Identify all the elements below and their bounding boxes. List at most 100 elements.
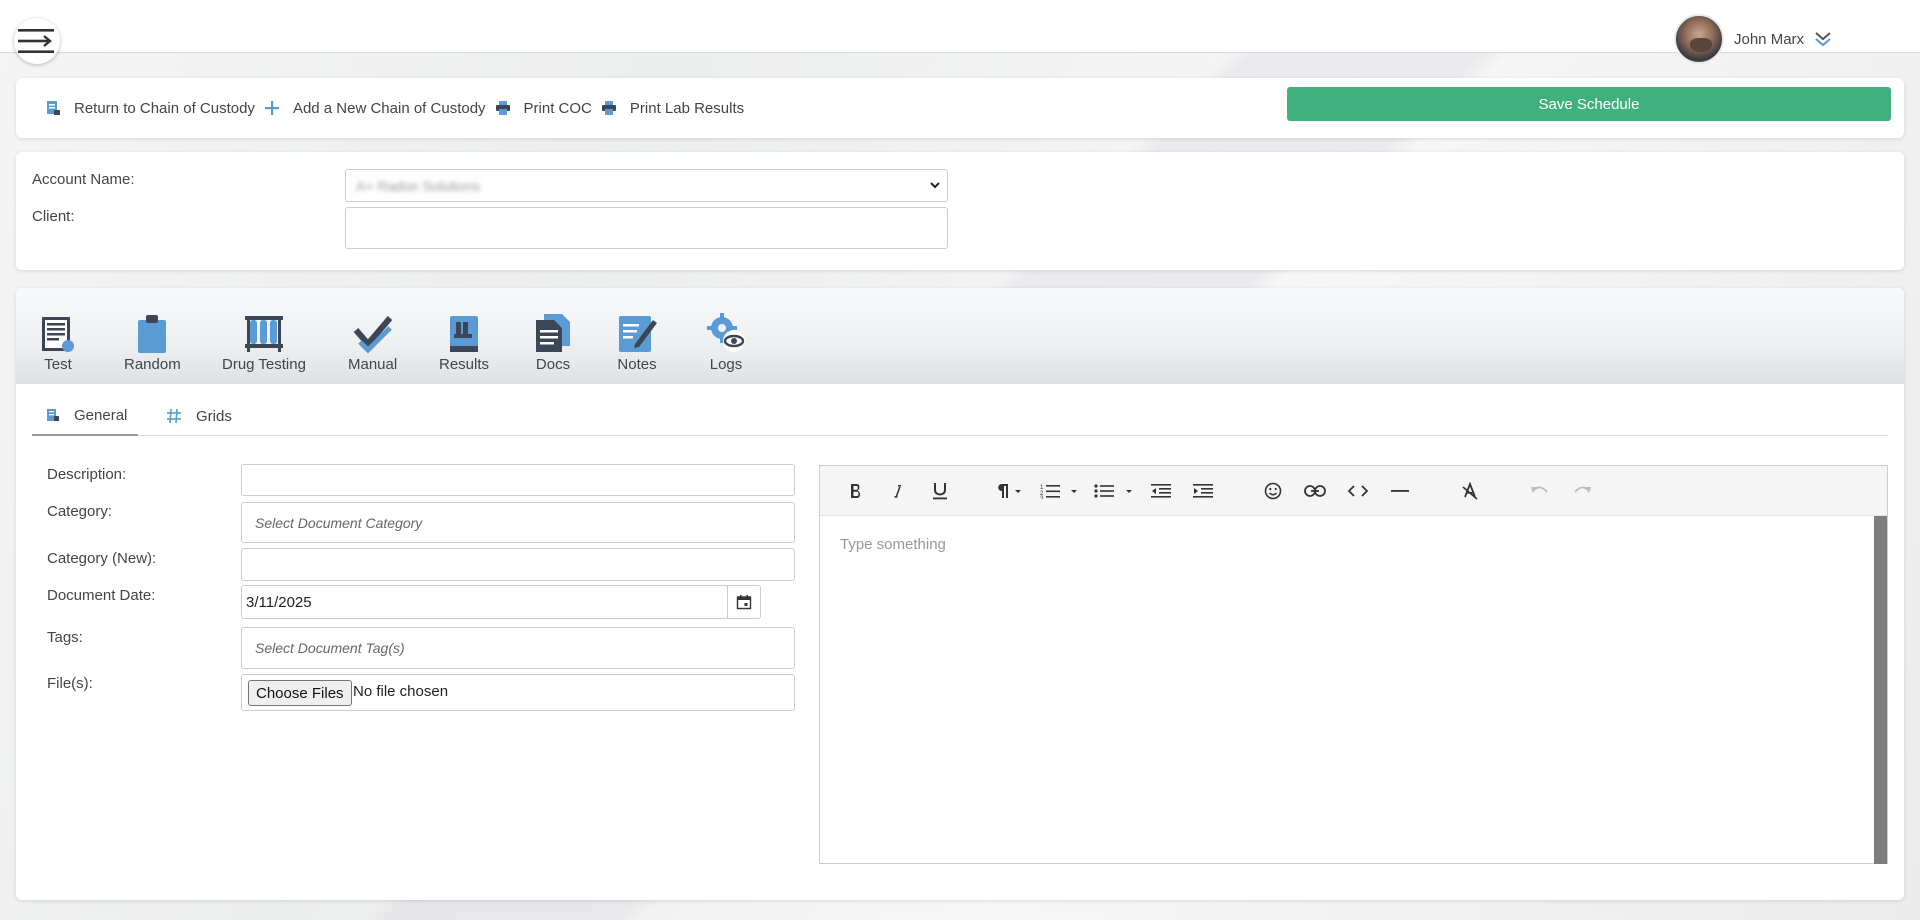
rich-text-editor: 123 Type something <box>819 465 1888 864</box>
sub-tabs: General Grids <box>32 396 1888 436</box>
outdent-icon <box>1151 484 1171 498</box>
action-toolbar: Return to Chain of Custody Add a New Cha… <box>16 78 1904 138</box>
description-label: Description: <box>47 466 127 483</box>
emoticons-button[interactable] <box>1261 479 1285 503</box>
svg-text:3: 3 <box>1040 496 1044 499</box>
italic-button[interactable] <box>888 479 908 503</box>
tab-drug-testing[interactable]: Drug Testing <box>222 308 306 373</box>
insert-link-button[interactable] <box>1302 479 1328 503</box>
undo-button[interactable] <box>1528 479 1552 503</box>
editor-scrollbar[interactable] <box>1874 516 1887 864</box>
category-placeholder: Select Document Category <box>255 514 423 531</box>
category-new-label: Category (New): <box>47 550 157 567</box>
tab-manual[interactable]: Manual <box>348 308 397 373</box>
underline-button[interactable] <box>928 479 952 503</box>
save-schedule-button[interactable]: Save Schedule <box>1287 87 1891 121</box>
tab-random-label: Random <box>124 356 181 373</box>
ordered-list-button[interactable]: 123 <box>1040 479 1080 503</box>
test-form-icon <box>40 308 76 354</box>
tab-grids-label: Grids <box>196 407 232 425</box>
book-icon <box>447 308 481 354</box>
tab-test[interactable]: Test <box>40 308 76 373</box>
tab-general[interactable]: General <box>32 396 138 436</box>
category-select[interactable]: Select Document Category <box>241 502 795 543</box>
category-new-input[interactable] <box>241 548 795 581</box>
tab-results[interactable]: Results <box>439 308 489 373</box>
client-label: Client: <box>32 208 75 225</box>
menu-toggle-button[interactable] <box>14 18 60 64</box>
printer-icon <box>494 99 512 117</box>
editor-placeholder[interactable]: Type something <box>840 536 946 553</box>
checkmark-icon <box>352 308 394 354</box>
code-view-button[interactable] <box>1345 479 1371 503</box>
clipboard-icon <box>136 308 168 354</box>
add-new-coc-link[interactable]: Add a New Chain of Custody <box>263 99 486 117</box>
chevron-down-icon <box>930 182 940 189</box>
file-upload: Choose Files No file chosen <box>241 674 795 711</box>
account-name-select[interactable]: A+ Radon Solutions <box>345 169 948 202</box>
undo-icon <box>1531 486 1548 493</box>
print-coc-label: Print COC <box>523 99 592 117</box>
add-new-coc-label: Add a New Chain of Custody <box>292 99 486 117</box>
italic-icon <box>894 485 901 498</box>
document-date-input[interactable]: 3/11/2025 <box>241 585 728 619</box>
editor-toolbar: 123 <box>820 466 1887 516</box>
files-label: File(s): <box>47 675 93 692</box>
document-date-value: 3/11/2025 <box>246 593 312 611</box>
bold-icon <box>851 484 860 498</box>
choose-files-button[interactable]: Choose Files <box>248 680 352 706</box>
notepad-pencil-icon <box>617 308 657 354</box>
print-lab-results-link[interactable]: Print Lab Results <box>600 99 744 117</box>
user-menu[interactable]: John Marx <box>1674 14 1832 64</box>
redo-button[interactable] <box>1570 479 1594 503</box>
category-label: Category: <box>47 503 113 520</box>
document-date-label: Document Date: <box>47 587 156 604</box>
document-panel: Test Random Drug Testing Manual Results … <box>16 288 1904 900</box>
indent-button[interactable] <box>1191 479 1215 503</box>
paragraph-icon <box>998 484 1021 498</box>
file-status: No file chosen <box>353 683 449 700</box>
unordered-list-button[interactable] <box>1094 479 1136 503</box>
tags-label: Tags: <box>47 629 83 646</box>
tab-logs[interactable]: Logs <box>704 308 748 373</box>
hash-icon <box>167 408 181 424</box>
outdent-button[interactable] <box>1149 479 1173 503</box>
tab-docs[interactable]: Docs <box>534 308 572 373</box>
tags-placeholder: Select Document Tag(s) <box>255 640 405 656</box>
documents-icon <box>534 308 572 354</box>
tab-logs-label: Logs <box>709 356 743 373</box>
printer-icon <box>600 99 618 117</box>
tags-select[interactable]: Select Document Tag(s) <box>241 627 795 669</box>
return-to-coc-link[interactable]: Return to Chain of Custody <box>44 99 255 117</box>
indent-icon <box>1193 484 1213 498</box>
redo-icon <box>1574 486 1591 493</box>
form-icon <box>47 409 59 421</box>
account-panel: Account Name: A+ Radon Solutions Client: <box>16 152 1904 270</box>
tab-random[interactable]: Random <box>124 308 181 373</box>
client-input[interactable] <box>345 207 948 249</box>
clear-formatting-button[interactable] <box>1458 479 1482 503</box>
print-coc-link[interactable]: Print COC <box>494 99 592 117</box>
code-icon <box>1347 485 1369 497</box>
return-to-coc-label: Return to Chain of Custody <box>74 99 255 117</box>
tab-results-label: Results <box>439 356 490 373</box>
plus-icon <box>263 99 281 117</box>
underline-icon <box>933 483 947 500</box>
date-picker-button[interactable] <box>727 585 761 619</box>
avatar <box>1674 14 1724 64</box>
horizontal-line-button[interactable] <box>1388 479 1412 503</box>
test-tubes-icon <box>243 308 285 354</box>
link-icon <box>1304 485 1326 497</box>
tab-docs-label: Docs <box>535 356 571 373</box>
paragraph-format-button[interactable] <box>994 479 1026 503</box>
tab-notes[interactable]: Notes <box>617 308 657 373</box>
print-lab-results-label: Print Lab Results <box>629 99 745 117</box>
account-name-value: A+ Radon Solutions <box>356 177 481 194</box>
horizontal-line-icon <box>1391 490 1409 492</box>
tab-grids[interactable]: Grids <box>166 396 232 436</box>
top-bar <box>0 0 1920 53</box>
tab-manual-label: Manual <box>348 356 398 373</box>
bold-button[interactable] <box>846 479 866 503</box>
description-input[interactable] <box>241 464 795 496</box>
hamburger-arrow-icon <box>18 29 54 53</box>
